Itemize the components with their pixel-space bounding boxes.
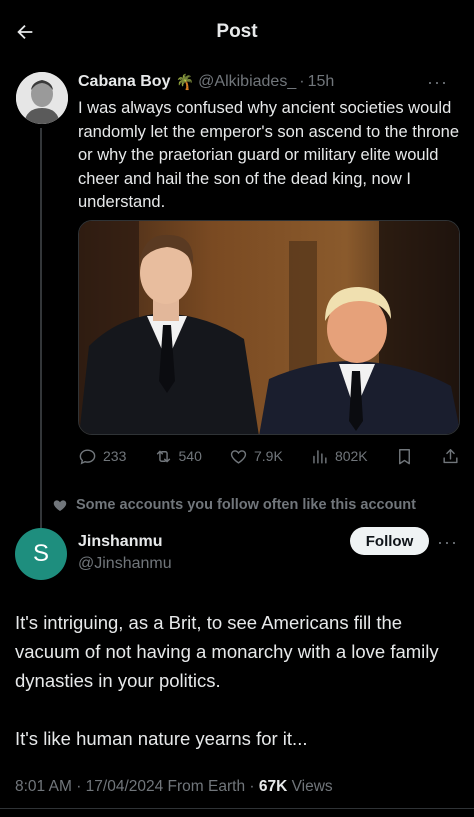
post-time[interactable]: 8:01 AM xyxy=(15,778,72,795)
post-time[interactable]: 15h xyxy=(308,73,335,91)
post-header: Cabana Boy 🌴 @Alkibiades_ · 15h ··· xyxy=(78,72,462,92)
share-icon xyxy=(443,448,458,463)
reply-button[interactable]: 233 xyxy=(78,447,126,466)
post-source: From Earth xyxy=(167,778,246,795)
post-actions: 233 540 7.9K 802K xyxy=(78,444,460,468)
author-handle[interactable]: @Alkibiades_ xyxy=(198,73,296,91)
separator-dot: · xyxy=(299,73,305,90)
photo-two-men-suits xyxy=(79,221,459,434)
reply-count: 233 xyxy=(103,448,127,464)
arrow-left-icon xyxy=(17,24,33,40)
heart-icon xyxy=(230,449,247,464)
separator-dot: · xyxy=(249,778,259,795)
post-date[interactable]: 17/04/2024 xyxy=(86,778,164,795)
palm-tree-icon: 🌴 xyxy=(175,74,195,91)
thread-line xyxy=(40,128,42,568)
social-context-text: Some accounts you follow often like this… xyxy=(76,497,416,513)
more-options-icon[interactable]: ··· xyxy=(437,532,458,553)
page-title: Post xyxy=(216,21,258,42)
divider xyxy=(0,808,474,809)
author-name[interactable]: Cabana Boy xyxy=(78,73,170,91)
back-button[interactable] xyxy=(10,17,40,47)
view-count: 802K xyxy=(334,448,368,464)
reply-paragraph: It's intriguing, as a Brit, to see Ameri… xyxy=(15,612,439,691)
separator-dot: · xyxy=(76,778,86,795)
repost-button[interactable]: 540 xyxy=(154,447,202,466)
bookmark-icon xyxy=(398,448,410,464)
like-count: 7.9K xyxy=(254,448,283,464)
post-image[interactable] xyxy=(78,220,460,435)
repost-icon xyxy=(156,450,170,462)
author-name[interactable]: Jinshanmu xyxy=(78,533,162,551)
follow-button[interactable]: Follow xyxy=(350,527,429,555)
profile-photo-icon xyxy=(16,72,68,124)
avatar[interactable] xyxy=(16,72,68,124)
share-button[interactable] xyxy=(441,447,460,466)
header: Post xyxy=(0,0,474,64)
author-handle[interactable]: @Jinshanmu xyxy=(78,555,172,573)
repost-count: 540 xyxy=(178,448,202,464)
bar-chart-icon xyxy=(313,449,327,464)
reply-paragraph: It's like human nature yearns for it... xyxy=(15,728,308,749)
views-button[interactable]: 802K xyxy=(310,447,368,466)
like-button[interactable]: 7.9K xyxy=(229,447,283,466)
social-context: Some accounts you follow often like this… xyxy=(52,497,416,513)
reply-text: It's intriguing, as a Brit, to see Ameri… xyxy=(15,608,465,753)
reply-icon xyxy=(79,448,96,464)
post-metadata: 8:01 AM · 17/04/2024 From Earth · 67K Vi… xyxy=(15,778,333,796)
post-text: I was always confused why ancient societ… xyxy=(78,99,460,211)
avatar[interactable]: S xyxy=(15,528,67,580)
views-label: Views xyxy=(291,778,333,795)
more-options-icon[interactable]: ··· xyxy=(427,72,448,93)
heart-filled-icon xyxy=(53,500,67,511)
views-count: 67K xyxy=(258,778,288,795)
bookmark-button[interactable] xyxy=(395,447,414,466)
